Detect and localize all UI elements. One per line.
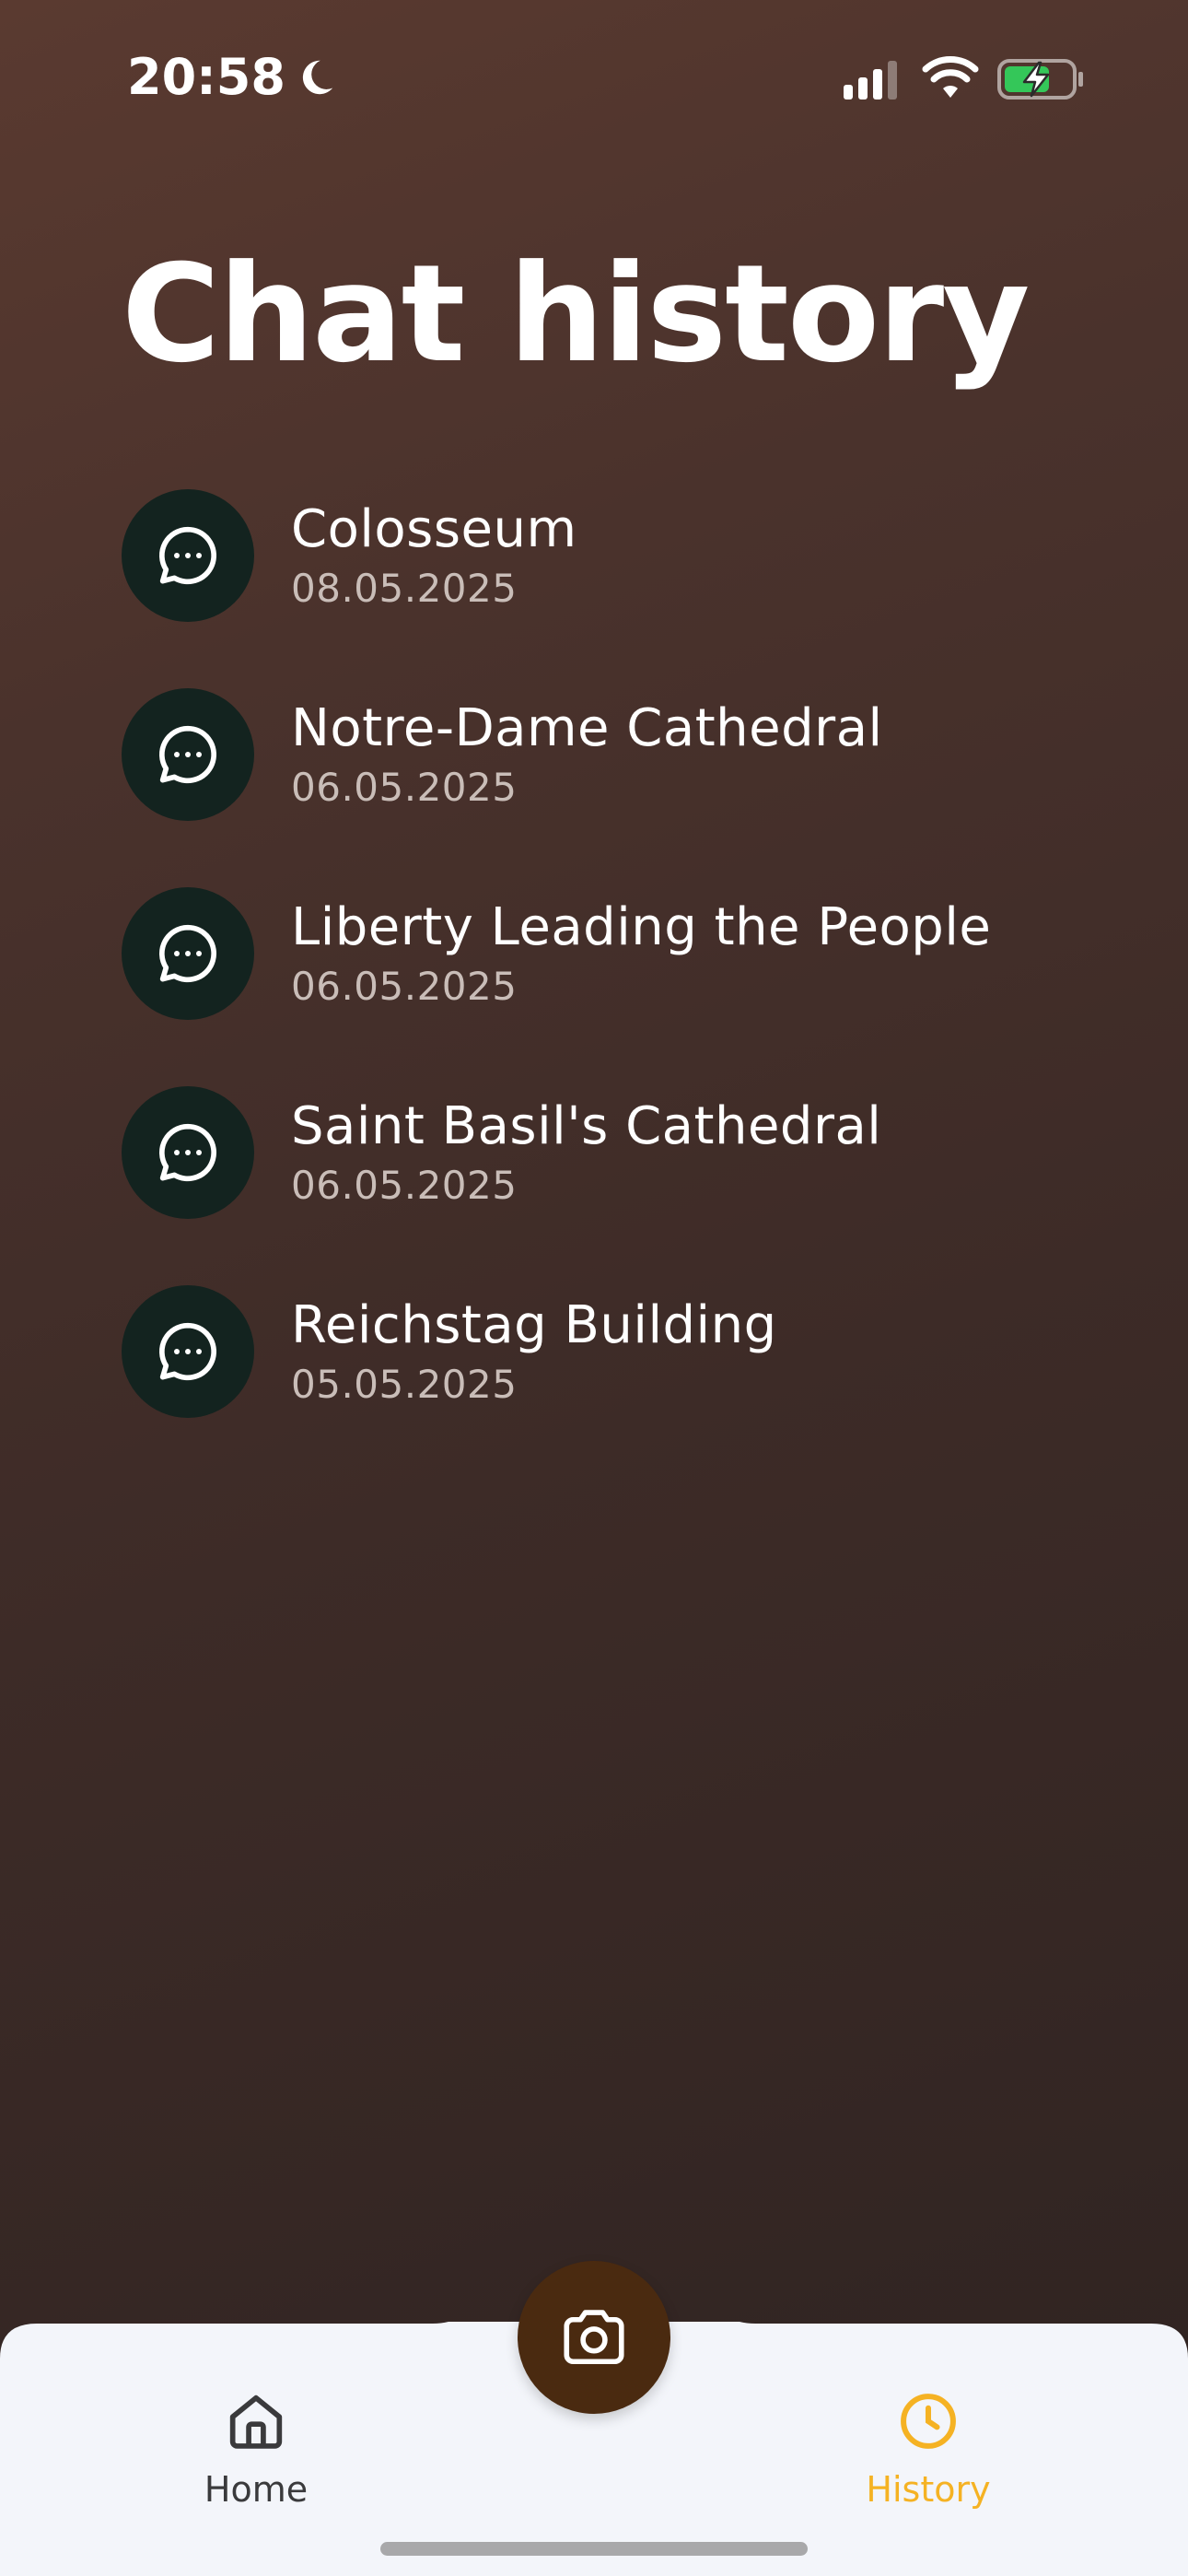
chat-item-title: Reichstag Building — [291, 1295, 777, 1356]
chat-history-item[interactable]: Liberty Leading the People 06.05.2025 — [122, 887, 1098, 1020]
status-bar: 20:58 — [0, 0, 1188, 157]
chat-avatar — [122, 887, 254, 1020]
chat-history-item[interactable]: Notre-Dame Cathedral 06.05.2025 — [122, 688, 1098, 821]
home-icon — [229, 2395, 283, 2449]
chat-history-item[interactable]: Saint Basil's Cathedral 06.05.2025 — [122, 1086, 1098, 1219]
chat-history-list: Colosseum 08.05.2025 Notre-Dame Cathedral 0… — [122, 489, 1098, 1484]
status-time: 20:58 — [127, 48, 337, 106]
camera-button[interactable] — [518, 2261, 670, 2414]
chat-bubble-icon — [159, 1123, 216, 1182]
chat-bubble-icon — [159, 725, 216, 784]
chat-bubble-icon — [159, 526, 216, 585]
chat-avatar — [122, 1086, 254, 1219]
chat-item-text: Colosseum 08.05.2025 — [291, 499, 577, 611]
chat-item-date: 06.05.2025 — [291, 963, 518, 1009]
chat-item-date: 08.05.2025 — [291, 565, 518, 611]
camera-icon — [564, 2310, 624, 2365]
nav-history-label: History — [866, 2469, 991, 2510]
chat-item-text: Reichstag Building 05.05.2025 — [291, 1295, 777, 1407]
signal-icon — [844, 61, 897, 100]
chat-item-title: Saint Basil's Cathedral — [291, 1096, 882, 1157]
nav-home-tab[interactable]: Home — [155, 2386, 357, 2524]
chat-bubble-icon — [159, 1322, 216, 1381]
chat-item-text: Saint Basil's Cathedral 06.05.2025 — [291, 1096, 882, 1208]
chat-item-text: Notre-Dame Cathedral 06.05.2025 — [291, 698, 883, 810]
chat-item-title: Liberty Leading the People — [291, 897, 992, 958]
chat-item-title: Notre-Dame Cathedral — [291, 698, 883, 759]
clock-icon — [901, 2394, 956, 2449]
home-indicator — [380, 2542, 808, 2556]
chat-avatar — [122, 688, 254, 821]
nav-home-label: Home — [204, 2469, 309, 2510]
chat-bubble-icon — [159, 924, 216, 983]
chat-item-text: Liberty Leading the People 06.05.2025 — [291, 897, 992, 1009]
nav-history-tab[interactable]: History — [827, 2386, 1030, 2524]
chat-avatar — [122, 489, 254, 622]
battery-charging-icon — [997, 59, 1083, 100]
chat-item-date: 05.05.2025 — [291, 1361, 518, 1407]
chat-history-item[interactable]: Colosseum 08.05.2025 — [122, 489, 1098, 622]
chat-item-date: 06.05.2025 — [291, 764, 518, 810]
page-title: Chat history — [122, 236, 1030, 392]
wifi-icon — [922, 56, 979, 98]
chat-avatar — [122, 1285, 254, 1418]
chat-history-item[interactable]: Reichstag Building 05.05.2025 — [122, 1285, 1098, 1418]
status-time-text: 20:58 — [127, 48, 285, 106]
chat-item-date: 06.05.2025 — [291, 1162, 518, 1208]
moon-icon — [302, 60, 333, 94]
chat-item-title: Colosseum — [291, 499, 577, 560]
